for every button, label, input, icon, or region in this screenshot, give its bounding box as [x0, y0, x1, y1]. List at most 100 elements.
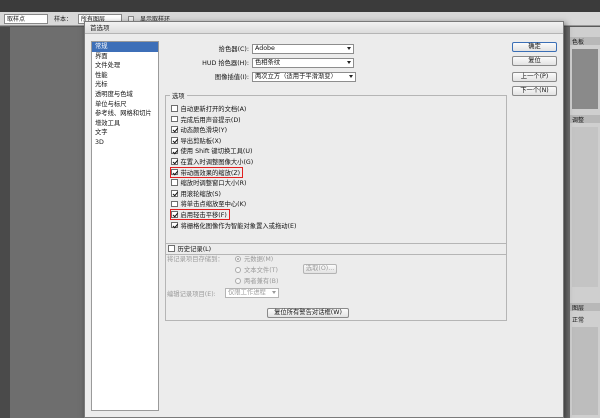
options-group-title: 选项	[170, 91, 187, 100]
hud-color-picker-value: 色相条纹	[255, 58, 281, 66]
chevron-down-icon	[347, 46, 351, 50]
option-row[interactable]: 完成后用声音提示(D)	[171, 115, 241, 124]
hud-color-picker-dropdown[interactable]: 色相条纹	[252, 57, 354, 68]
option-label: 带动画效果的缩放(Z)	[180, 169, 241, 177]
nav-item[interactable]: 光标	[92, 80, 158, 90]
option-row[interactable]: 使用 Shift 键切换工具(U)	[171, 146, 252, 155]
color-picker-row: 拾色器(C): Adobe	[181, 43, 354, 54]
option-label: 将单击点缩放至中心(K)	[180, 201, 247, 209]
option-label: 完成后用声音提示(D)	[180, 116, 241, 124]
option-checkbox[interactable]	[171, 211, 178, 218]
swatches-grid	[572, 49, 598, 109]
option-label: 在置入时调整图像大小(G)	[180, 159, 254, 166]
option-row[interactable]: 动态颜色滑块(Y)	[171, 125, 227, 134]
adjustments-panel-body	[572, 127, 598, 287]
adjustments-panel-label: 调整	[572, 117, 585, 124]
image-interpolation-label: 图像插值(I):	[214, 74, 249, 81]
nav-item[interactable]: 参考线、网格和切片	[92, 109, 158, 119]
option-row[interactable]: 带动画效果的缩放(Z)	[169, 166, 244, 178]
hud-color-picker-label: HUD 拾色器(H):	[202, 60, 249, 67]
option-checkbox[interactable]	[171, 221, 178, 229]
option-checkbox[interactable]	[171, 105, 178, 112]
option-label: 导出剪贴板(X)	[180, 137, 222, 145]
edit-log-dropdown[interactable]: 仅限工作进程	[225, 288, 279, 298]
history-log-label: 历史记录(L)	[177, 246, 212, 253]
nav-item[interactable]: 界面	[92, 52, 158, 62]
metadata-radio[interactable]	[235, 255, 241, 262]
nav-item[interactable]: 性能	[92, 71, 158, 81]
layers-list	[572, 327, 598, 415]
option-label: 用滚轮缩放(S)	[180, 190, 221, 198]
both-radio-label: 两者兼有(B)	[244, 278, 279, 285]
text-file-radio-row[interactable]: 文本文件(T)	[235, 265, 278, 274]
chevron-down-icon	[347, 60, 351, 64]
ok-button[interactable]: 确定	[512, 42, 557, 52]
image-interpolation-dropdown[interactable]: 两次立方（适用于平滑渐变）	[252, 71, 356, 82]
option-row[interactable]: 启用轻击平移(F)	[170, 209, 230, 220]
option-checkbox[interactable]	[171, 168, 178, 176]
text-file-radio[interactable]	[235, 266, 241, 273]
image-interpolation-row: 图像插值(I): 两次立方（适用于平滑渐变）	[181, 71, 356, 82]
dialog-title: 首选项	[85, 22, 563, 34]
preferences-dialog: 首选项 常规 界面 文件处理 性能 光标 透明度与色域 单位与标尺 参考线、网格和切片 增效工具…	[84, 21, 564, 418]
option-checkbox[interactable]	[171, 179, 178, 186]
color-picker-value: Adobe	[255, 44, 275, 52]
option-row[interactable]: 将单击点缩放至中心(K)	[171, 199, 246, 208]
option-label: 将栅格化图像作为智能对象置入或拖动(E)	[180, 222, 297, 230]
chevron-down-icon	[349, 74, 353, 78]
option-row[interactable]: 将栅格化图像作为智能对象置入或拖动(E)	[171, 221, 296, 230]
reset-all-warnings-button[interactable]: 复位所有警告对话框(W)	[267, 308, 349, 318]
option-label: 使用 Shift 键切换工具(U)	[180, 148, 253, 156]
hud-color-picker-row: HUD 拾色器(H): 色相条纹	[181, 57, 354, 68]
option-row[interactable]: 在置入时调整图像大小(G)	[171, 157, 253, 166]
option-label: 启用轻击平移(F)	[180, 212, 227, 219]
option-checkbox[interactable]	[171, 126, 178, 133]
chevron-down-icon	[272, 291, 276, 294]
color-picker-dropdown[interactable]: Adobe	[252, 43, 354, 54]
nav-item[interactable]: 文字	[92, 128, 158, 138]
image-interpolation-value: 两次立方（适用于平滑渐变）	[255, 72, 337, 80]
color-picker-label: 拾色器(C):	[218, 46, 249, 53]
option-row[interactable]: 缩放时调整窗口大小(R)	[171, 178, 246, 187]
both-radio[interactable]	[235, 277, 241, 284]
nav-item[interactable]: 单位与标尺	[92, 100, 158, 110]
choose-file-button[interactable]: 选取(O)...	[303, 264, 337, 274]
preferences-nav-list[interactable]: 常规 界面 文件处理 性能 光标 透明度与色域 单位与标尺 参考线、网格和切片 增效工具 文字 3D	[91, 41, 159, 411]
option-label: 自动更新打开的文档(A)	[180, 106, 247, 113]
nav-item[interactable]: 文件处理	[92, 61, 158, 71]
text-file-radio-label: 文本文件(T)	[244, 267, 278, 274]
prev-button[interactable]: 上一个(P)	[512, 72, 557, 82]
blend-mode-dropdown[interactable]: 正常	[572, 315, 584, 324]
option-row[interactable]: 用滚轮缩放(S)	[171, 189, 221, 198]
option-checkbox[interactable]	[171, 200, 178, 208]
option-checkbox[interactable]	[171, 137, 178, 144]
history-log-checkbox[interactable]	[168, 245, 175, 252]
nav-item[interactable]: 透明度与色域	[92, 90, 158, 100]
edit-log-label: 编辑记录项目(E):	[167, 291, 216, 298]
option-row[interactable]: 自动更新打开的文档(A)	[171, 104, 246, 113]
right-panels: 色板 调整 图层 正常	[570, 27, 600, 418]
option-checkbox[interactable]	[171, 190, 178, 197]
option-row[interactable]: 导出剪贴板(X)	[171, 136, 221, 145]
option-checkbox[interactable]	[171, 158, 178, 165]
nav-item[interactable]: 常规	[92, 42, 158, 52]
option-checkbox[interactable]	[171, 115, 178, 123]
history-log-row[interactable]: 历史记录(L)	[168, 244, 214, 253]
layers-panel-label: 图层	[572, 305, 585, 312]
option-label: 缩放时调整窗口大小(R)	[180, 180, 247, 188]
sample-size-dropdown[interactable]: 取样点	[4, 13, 48, 24]
option-label: 动态颜色滑块(Y)	[180, 127, 228, 135]
save-log-label: 将记录项目存储到：	[167, 256, 224, 263]
option-checkbox[interactable]	[171, 147, 178, 155]
tools-panel	[0, 27, 10, 418]
edit-log-value: 仅限工作进程	[228, 289, 266, 296]
nav-item[interactable]: 增效工具	[92, 119, 158, 129]
swatches-panel-label: 色板	[572, 39, 585, 46]
nav-item[interactable]: 3D	[92, 138, 158, 148]
metadata-radio-row[interactable]: 元数据(M)	[235, 254, 273, 263]
next-button[interactable]: 下一个(N)	[512, 86, 557, 96]
metadata-radio-label: 元数据(M)	[244, 256, 274, 263]
sample-label: 样本：	[54, 16, 73, 23]
both-radio-row[interactable]: 两者兼有(B)	[235, 276, 278, 285]
reset-button[interactable]: 复位	[512, 56, 557, 66]
